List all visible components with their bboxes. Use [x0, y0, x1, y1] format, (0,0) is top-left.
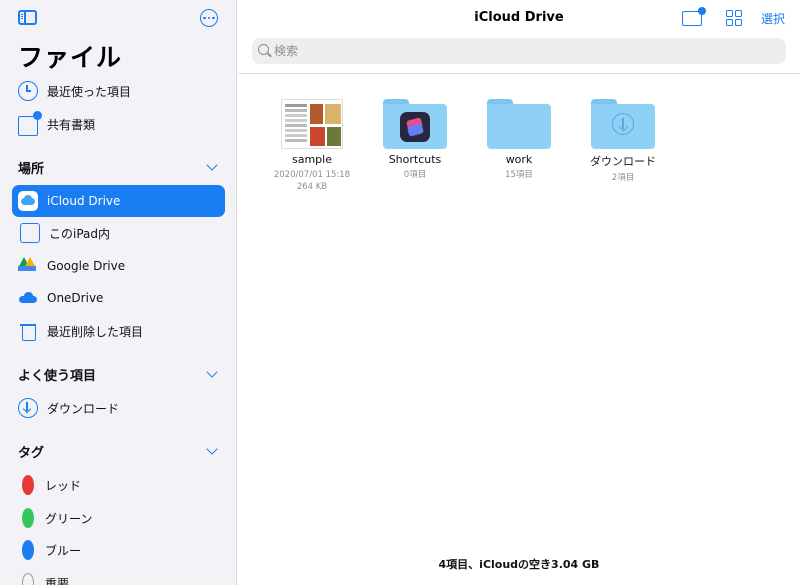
sidebar-toggle-icon[interactable]: [18, 10, 37, 25]
sidebar-item-tag-important[interactable]: 重要: [12, 567, 225, 585]
page-title: iCloud Drive: [474, 10, 564, 25]
item-name: Shortcuts: [388, 153, 442, 166]
search-input[interactable]: [274, 38, 774, 64]
chevron-down-icon[interactable]: [206, 443, 218, 455]
item-count: 2項目: [611, 173, 635, 183]
sidebar-item-tag-red[interactable]: レッド: [12, 469, 225, 501]
sidebar-item-label: 最近削除した項目: [47, 324, 144, 339]
sidebar-item-label: 最近使った項目: [47, 84, 132, 99]
item-count: 15項目: [505, 170, 533, 180]
important-tag-dot-icon: [22, 573, 34, 585]
folder-icon: [487, 99, 551, 149]
section-title-locations: 場所: [18, 162, 45, 177]
shared-folder-icon: [18, 110, 42, 136]
download-icon: [612, 113, 634, 135]
folder-item-work[interactable]: work 15項目: [467, 96, 571, 181]
sidebar-title: ファイル: [18, 43, 123, 72]
trash-icon: [18, 321, 38, 341]
sidebar-item-downloads[interactable]: ダウンロード: [12, 392, 225, 424]
shortcuts-app-icon: [400, 112, 430, 142]
chevron-down-icon[interactable]: [206, 366, 218, 378]
storage-status: 4項目、iCloudの空き3.04 GB: [438, 558, 600, 571]
folder-icon: [383, 99, 447, 149]
sidebar-item-label: ブルー: [45, 543, 82, 558]
green-tag-dot-icon: [22, 508, 34, 528]
main-content: iCloud Drive 選択 sample 2020/07/01 15:18 …: [238, 0, 800, 585]
section-title-favorites: よく使う項目: [18, 369, 97, 384]
red-tag-dot-icon: [22, 475, 34, 495]
document-thumbnail: [281, 99, 343, 149]
sidebar-item-label: 重要: [45, 576, 70, 585]
sidebar: ファイル 最近使った項目 共有書類 場所 iCloud Drive このiPad…: [0, 0, 237, 585]
folder-item-shortcuts[interactable]: Shortcuts 0項目: [363, 96, 467, 181]
sidebar-item-label: OneDrive: [47, 291, 104, 305]
clock-icon: [18, 81, 38, 101]
sidebar-item-tag-green[interactable]: グリーン: [12, 502, 225, 534]
main-header: iCloud Drive 選択: [238, 0, 800, 74]
search-bar[interactable]: [252, 38, 786, 64]
sidebar-item-label: ダウンロード: [47, 401, 120, 416]
item-name: work: [505, 153, 533, 166]
ipad-icon: [20, 223, 40, 243]
more-options-icon[interactable]: [200, 9, 218, 27]
search-icon: [258, 44, 269, 55]
sidebar-item-shared[interactable]: 共有書類: [12, 108, 225, 140]
item-size: 264 KB: [296, 182, 328, 192]
item-date: 2020/07/01 15:18: [273, 170, 351, 180]
google-drive-icon: [18, 256, 38, 276]
sidebar-item-on-ipad[interactable]: このiPad内: [12, 217, 225, 249]
sidebar-item-google-drive[interactable]: Google Drive: [12, 250, 225, 282]
onedrive-icon: [18, 288, 38, 308]
icloud-icon: [18, 191, 38, 211]
sidebar-item-recents[interactable]: 最近使った項目: [12, 75, 225, 107]
new-folder-icon[interactable]: [682, 7, 706, 26]
folder-icon: [591, 99, 655, 149]
blue-tag-dot-icon: [22, 540, 34, 560]
sidebar-item-label: レッド: [45, 478, 82, 493]
sidebar-item-label: Google Drive: [47, 259, 126, 273]
sidebar-item-recently-deleted[interactable]: 最近削除した項目: [12, 315, 225, 347]
sidebar-item-tag-blue[interactable]: ブルー: [12, 534, 225, 566]
sidebar-toolbar: [0, 0, 236, 36]
item-name: sample: [292, 153, 332, 166]
select-button[interactable]: 選択: [761, 10, 785, 27]
sidebar-item-label: このiPad内: [49, 226, 111, 241]
sidebar-item-label: グリーン: [45, 511, 93, 526]
sidebar-item-icloud-drive[interactable]: iCloud Drive: [12, 185, 225, 217]
folder-item-downloads[interactable]: ダウンロード 2項目: [571, 96, 675, 184]
file-item-sample[interactable]: sample 2020/07/01 15:18 264 KB: [260, 96, 364, 193]
item-count: 0項目: [403, 170, 427, 180]
section-title-tags: タグ: [18, 446, 45, 461]
sidebar-item-onedrive[interactable]: OneDrive: [12, 282, 225, 314]
download-icon: [18, 398, 38, 418]
chevron-down-icon[interactable]: [206, 159, 218, 171]
sidebar-item-label: iCloud Drive: [47, 194, 121, 208]
item-name: ダウンロード: [590, 155, 656, 168]
sidebar-item-label: 共有書類: [47, 117, 96, 132]
grid-view-icon[interactable]: [726, 10, 742, 26]
